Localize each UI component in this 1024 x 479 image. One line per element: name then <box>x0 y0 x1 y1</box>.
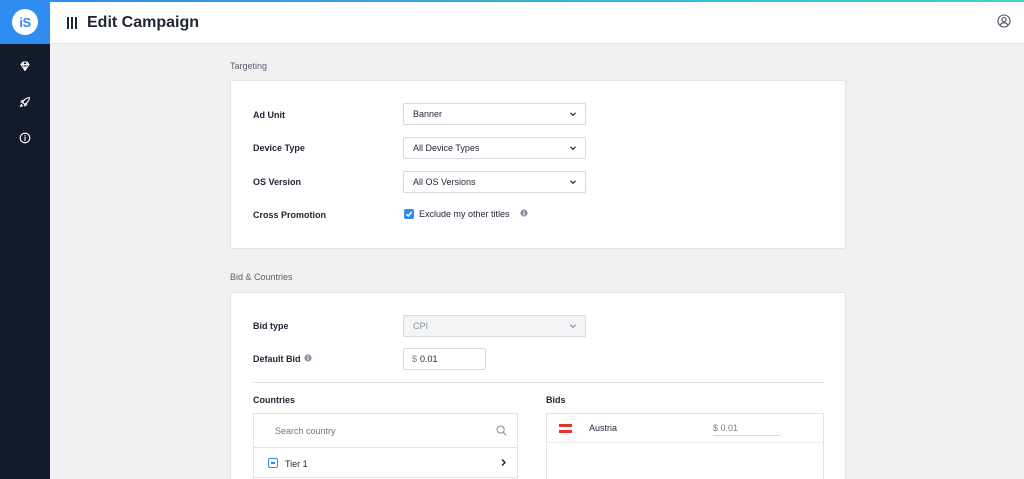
tier-partial-checkbox[interactable] <box>268 458 278 468</box>
targeting-card: Ad Unit Banner Device Type All Device Ty… <box>230 80 846 249</box>
sidebar: iS <box>0 0 50 479</box>
device-type-label: Device Type <box>253 143 305 153</box>
ad-unit-select[interactable]: Banner <box>403 103 586 125</box>
sidebar-item-campaigns[interactable] <box>0 84 50 120</box>
logo-cell[interactable]: iS <box>0 0 50 44</box>
search-country-input[interactable] <box>275 426 475 436</box>
info-icon[interactable] <box>520 209 528 217</box>
default-bid-label: Default Bid <box>253 354 301 364</box>
menu-icon[interactable] <box>67 17 77 29</box>
countries-title: Countries <box>253 395 296 405</box>
list-item[interactable]: Tier 1 <box>254 448 517 478</box>
chevron-down-icon <box>570 324 576 329</box>
bid-country-name: Austria <box>589 423 618 433</box>
chevron-down-icon <box>570 180 576 185</box>
bid-type-label: Bid type <box>253 321 289 331</box>
os-version-select[interactable]: All OS Versions <box>403 171 586 193</box>
default-bid-input[interactable]: $0.01 <box>403 348 486 370</box>
country-bid-input[interactable]: $ 0.01 <box>713 423 781 436</box>
bid-type-value: CPI <box>413 321 429 331</box>
bids-list: Austria $ 0.01 <box>546 413 824 479</box>
sidebar-item-diamond[interactable] <box>0 48 50 84</box>
bids-title: Bids <box>546 395 566 405</box>
countries-list: Tier 1 <box>253 413 518 479</box>
ad-unit-label: Ad Unit <box>253 110 285 120</box>
bid-countries-section-title: Bid & Countries <box>230 272 293 282</box>
country-search-row <box>254 414 517 448</box>
search-icon[interactable] <box>496 425 507 436</box>
targeting-section-title: Targeting <box>230 61 268 71</box>
exclude-titles-checkbox[interactable] <box>404 209 414 219</box>
austria-flag-icon <box>559 424 572 433</box>
page-title: Edit Campaign <box>87 14 200 31</box>
cross-promotion-label: Cross Promotion <box>253 210 327 220</box>
tier-label: Tier 1 <box>285 459 308 469</box>
info-icon <box>19 132 31 144</box>
section-divider <box>253 382 824 383</box>
rocket-icon <box>19 96 31 108</box>
chevron-down-icon <box>570 146 576 151</box>
checkmark-icon <box>405 211 413 218</box>
currency-symbol: $ <box>412 354 418 364</box>
bid-countries-card: Bid type CPI Default Bid $0.01 Countries… <box>230 292 846 479</box>
device-type-value: All Device Types <box>413 143 480 153</box>
default-bid-value: 0.01 <box>420 354 438 364</box>
exclude-titles-label[interactable]: Exclude my other titles <box>419 209 510 219</box>
top-header: Edit Campaign <box>50 0 1024 44</box>
ad-unit-value: Banner <box>413 109 443 119</box>
info-icon[interactable] <box>304 354 312 362</box>
os-version-label: OS Version <box>253 177 302 187</box>
app-logo[interactable]: iS <box>12 9 38 35</box>
user-circle-icon[interactable] <box>997 14 1011 28</box>
diamond-icon <box>20 61 30 72</box>
chevron-right-icon[interactable] <box>499 458 508 467</box>
bid-type-select[interactable]: CPI <box>403 315 586 337</box>
chevron-down-icon <box>570 112 576 117</box>
table-row: Austria $ 0.01 <box>547 414 823 443</box>
header-accent-bar <box>50 0 1024 2</box>
os-version-value: All OS Versions <box>413 177 476 187</box>
sidebar-item-info[interactable] <box>0 120 50 156</box>
device-type-select[interactable]: All Device Types <box>403 137 586 159</box>
